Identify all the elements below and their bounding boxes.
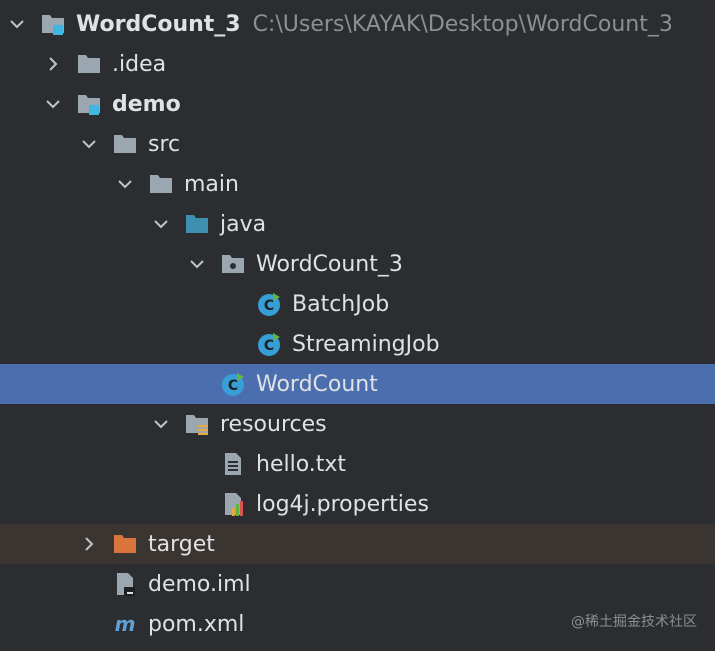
chevron-down-icon[interactable] [80,135,98,153]
chevron-right-icon[interactable] [80,535,98,553]
project-name: WordCount_3 [76,11,241,37]
tree-node-label: .idea [112,51,167,77]
tree-node-label: src [148,131,181,157]
project-path: C:\Users\KAYAK\Desktop\WordCount_3 [252,11,673,37]
maven-icon: m [112,611,138,637]
source-folder-icon [184,211,210,237]
tree-node-src[interactable]: src [0,124,715,164]
tree-node-label: main [184,171,239,197]
tree-node-streamingjob[interactable]: C StreamingJob [0,324,715,364]
resources-folder-icon [184,411,210,437]
tree-node-demo-iml[interactable]: demo.iml [0,564,715,604]
project-tree: WordCount_3 C:\Users\KAYAK\Desktop\WordC… [0,0,715,651]
tree-node-log4j-properties[interactable]: log4j.properties [0,484,715,524]
tree-node-hello-txt[interactable]: hello.txt [0,444,715,484]
svg-text:C: C [264,298,274,314]
tree-node-label: log4j.properties [256,491,429,517]
tree-node-target[interactable]: target [0,524,715,564]
package-icon [220,251,246,277]
svg-text:m: m [115,612,136,636]
tree-node-project-root[interactable]: WordCount_3 C:\Users\KAYAK\Desktop\WordC… [0,4,715,44]
tree-node-label: target [148,531,215,557]
module-file-icon [112,571,138,597]
chevron-down-icon[interactable] [152,215,170,233]
chevron-down-icon[interactable] [152,415,170,433]
svg-text:C: C [228,378,238,394]
excluded-folder-icon [112,531,138,557]
chevron-right-icon[interactable] [44,55,62,73]
text-file-icon [220,451,246,477]
tree-node-package[interactable]: WordCount_3 [0,244,715,284]
tree-node-label: StreamingJob [292,331,440,357]
chevron-down-icon[interactable] [188,255,206,273]
properties-file-icon [220,491,246,517]
chevron-down-icon[interactable] [116,175,134,193]
tree-node-resources[interactable]: resources [0,404,715,444]
tree-node-label: java [220,211,267,237]
tree-node-label: BatchJob [292,291,390,317]
tree-node-wordcount[interactable]: C WordCount [0,364,715,404]
java-class-icon: C [220,371,246,397]
tree-node-java[interactable]: java [0,204,715,244]
folder-icon [148,171,174,197]
tree-node-label: pom.xml [148,611,245,637]
tree-node-label: demo [112,91,181,117]
java-class-icon: C [256,331,282,357]
tree-node-main[interactable]: main [0,164,715,204]
module-folder-icon [76,91,102,117]
folder-icon [76,51,102,77]
watermark: @稀土掘金技术社区 [571,614,697,630]
tree-node-label: resources [220,411,327,437]
chevron-down-icon[interactable] [44,95,62,113]
java-class-icon: C [256,291,282,317]
tree-node-label: WordCount [256,371,378,397]
module-folder-icon [40,11,66,37]
tree-node-label: demo.iml [148,571,251,597]
tree-node-label: hello.txt [256,451,347,477]
tree-node-label: WordCount_3 [256,251,403,277]
folder-icon [112,131,138,157]
chevron-down-icon[interactable] [8,15,26,33]
tree-node-demo[interactable]: demo [0,84,715,124]
tree-node-idea[interactable]: .idea [0,44,715,84]
tree-node-batchjob[interactable]: C BatchJob [0,284,715,324]
svg-text:C: C [264,338,274,354]
